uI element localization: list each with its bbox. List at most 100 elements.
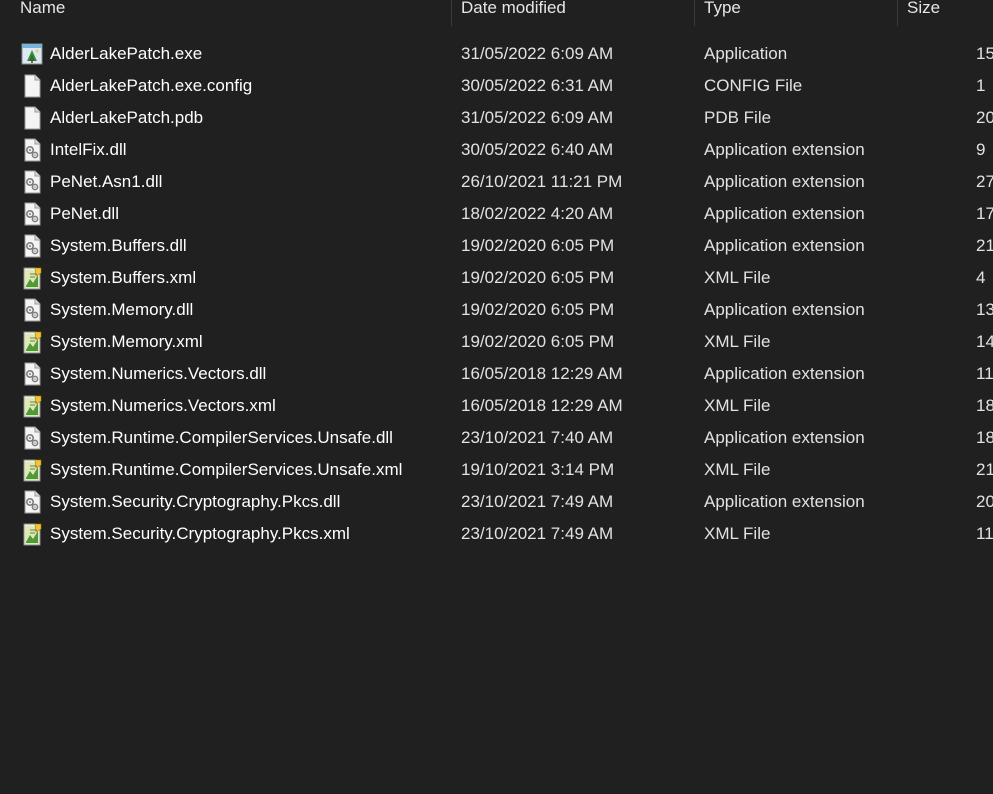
file-type: Application extension	[704, 300, 865, 319]
file-size: 14	[976, 332, 993, 351]
file-date-modified: 19/10/2021 3:14 PM	[461, 460, 615, 479]
column-header-type[interactable]: Type	[704, 0, 741, 23]
dll-icon	[21, 490, 43, 514]
file-type: Application extension	[704, 172, 865, 191]
file-date-modified: 16/05/2018 12:29 AM	[461, 364, 623, 383]
file-date-modified: 23/10/2021 7:49 AM	[461, 492, 614, 511]
file-date-modified: 30/05/2022 6:40 AM	[461, 140, 614, 159]
file-name: PeNet.Asn1.dll	[50, 172, 163, 191]
dll-icon	[21, 234, 43, 258]
file-row[interactable]: System.Buffers.dll 19/02/2020 6:05 PM Appl…	[0, 230, 993, 262]
file-size: 21	[976, 236, 993, 255]
file-size: 27	[976, 172, 993, 191]
file-type: XML File	[704, 396, 771, 415]
file-date-modified: 16/05/2018 12:29 AM	[461, 396, 623, 415]
file-size: 9	[976, 140, 986, 159]
file-type: Application extension	[704, 492, 865, 511]
exe-icon	[21, 42, 43, 66]
column-header-name[interactable]: Name	[20, 0, 65, 23]
dll-icon	[21, 202, 43, 226]
blank-file-icon	[21, 106, 43, 130]
file-type: XML File	[704, 524, 771, 543]
file-size: 179	[976, 204, 993, 223]
file-date-modified: 19/02/2020 6:05 PM	[461, 300, 615, 319]
file-size: 15	[976, 44, 993, 63]
file-type: XML File	[704, 332, 771, 351]
file-row[interactable]: System.Memory.xml 19/02/2020 6:05 PM XML F…	[0, 326, 993, 358]
file-date-modified: 23/10/2021 7:49 AM	[461, 524, 614, 543]
xml-icon	[21, 522, 43, 546]
dll-icon	[21, 426, 43, 450]
dll-icon	[21, 170, 43, 194]
file-type: PDB File	[704, 108, 772, 127]
file-size: 114	[976, 364, 993, 383]
file-date-modified: 26/10/2021 11:21 PM	[461, 172, 623, 191]
column-resize-handle-name[interactable]	[451, 0, 452, 26]
file-size: 11	[976, 524, 993, 543]
file-date-modified: 19/02/2020 6:05 PM	[461, 332, 615, 351]
file-type: Application	[704, 44, 788, 63]
file-type: XML File	[704, 460, 771, 479]
dll-icon	[21, 138, 43, 162]
file-name: System.Numerics.Vectors.dll	[50, 364, 267, 383]
xml-icon	[21, 458, 43, 482]
file-row[interactable]: System.Buffers.xml 19/02/2020 6:05 PM XML …	[0, 262, 993, 294]
xml-icon	[21, 266, 43, 290]
file-size: 20	[976, 108, 993, 127]
file-type: Application extension	[704, 428, 865, 447]
dll-icon	[21, 362, 43, 386]
file-date-modified: 31/05/2022 6:09 AM	[461, 108, 614, 127]
file-name: System.Security.Cryptography.Pkcs.dll	[50, 492, 341, 511]
column-resize-handle-type[interactable]	[897, 0, 898, 26]
file-row[interactable]: AlderLakePatch.exe 31/05/2022 6:09 AM Appl…	[0, 38, 993, 70]
file-name: AlderLakePatch.exe	[50, 44, 203, 63]
file-name: AlderLakePatch.pdb	[50, 108, 204, 127]
file-date-modified: 18/02/2022 4:20 AM	[461, 204, 614, 223]
file-name: System.Memory.xml	[50, 332, 203, 351]
file-date-modified: 31/05/2022 6:09 AM	[461, 44, 614, 63]
file-size: 4	[976, 268, 986, 287]
file-name: System.Buffers.xml	[50, 268, 197, 287]
file-row[interactable]: AlderLakePatch.pdb 31/05/2022 6:09 AM PDB …	[0, 102, 993, 134]
column-header-date-modified[interactable]: Date modified	[461, 0, 566, 23]
file-row[interactable]: AlderLakePatch.exe.config 30/05/2022 6:31…	[0, 70, 993, 102]
file-name: System.Memory.dll	[50, 300, 194, 319]
xml-icon	[21, 394, 43, 418]
file-explorer-details-view: Name Date modified Type Size AlderLakePa…	[0, 0, 993, 794]
file-name: System.Numerics.Vectors.xml	[50, 396, 276, 415]
column-header-size[interactable]: Size	[907, 0, 940, 23]
file-name: System.Buffers.dll	[50, 236, 187, 255]
column-header-bar: Name Date modified Type Size	[0, 0, 993, 26]
file-name: System.Security.Cryptography.Pkcs.xml	[50, 524, 350, 543]
file-size: 20	[976, 492, 993, 511]
file-size: 21	[976, 460, 993, 479]
file-type: CONFIG File	[704, 76, 803, 95]
file-date-modified: 23/10/2021 7:40 AM	[461, 428, 614, 447]
file-name: System.Runtime.CompilerServices.Unsafe.d…	[50, 428, 393, 447]
file-name: AlderLakePatch.exe.config	[50, 76, 253, 95]
file-type: Application extension	[704, 140, 865, 159]
file-list: AlderLakePatch.exe 31/05/2022 6:09 AM Appl…	[0, 38, 993, 550]
file-size: 1	[976, 76, 986, 95]
file-date-modified: 19/02/2020 6:05 PM	[461, 268, 615, 287]
file-size: 138	[976, 300, 993, 319]
xml-icon	[21, 330, 43, 354]
file-row[interactable]: System.Security.Cryptography.Pkcs.dll 23/…	[0, 486, 993, 518]
file-name: IntelFix.dll	[50, 140, 127, 159]
file-size: 18	[976, 428, 993, 447]
file-row[interactable]: System.Runtime.CompilerServices.Unsafe.d…	[0, 422, 993, 454]
file-row[interactable]: System.Numerics.Vectors.xml 16/05/2018 12…	[0, 390, 993, 422]
file-row[interactable]: IntelFix.dll 30/05/2022 6:40 AM Applicatio…	[0, 134, 993, 166]
file-type: Application extension	[704, 364, 865, 383]
file-row[interactable]: System.Security.Cryptography.Pkcs.xml 23/…	[0, 518, 993, 550]
file-row[interactable]: System.Memory.dll 19/02/2020 6:05 PM Appli…	[0, 294, 993, 326]
file-date-modified: 19/02/2020 6:05 PM	[461, 236, 615, 255]
file-row[interactable]: PeNet.Asn1.dll 26/10/2021 11:21 PM Applica…	[0, 166, 993, 198]
file-date-modified: 30/05/2022 6:31 AM	[461, 76, 614, 95]
dll-icon	[21, 298, 43, 322]
file-row[interactable]: PeNet.dll 18/02/2022 4:20 AM Application e…	[0, 198, 993, 230]
column-resize-handle-date[interactable]	[694, 0, 695, 26]
file-row[interactable]: System.Runtime.CompilerServices.Unsafe.x…	[0, 454, 993, 486]
file-row[interactable]: System.Numerics.Vectors.dll 16/05/2018 12…	[0, 358, 993, 390]
file-type: XML File	[704, 268, 771, 287]
